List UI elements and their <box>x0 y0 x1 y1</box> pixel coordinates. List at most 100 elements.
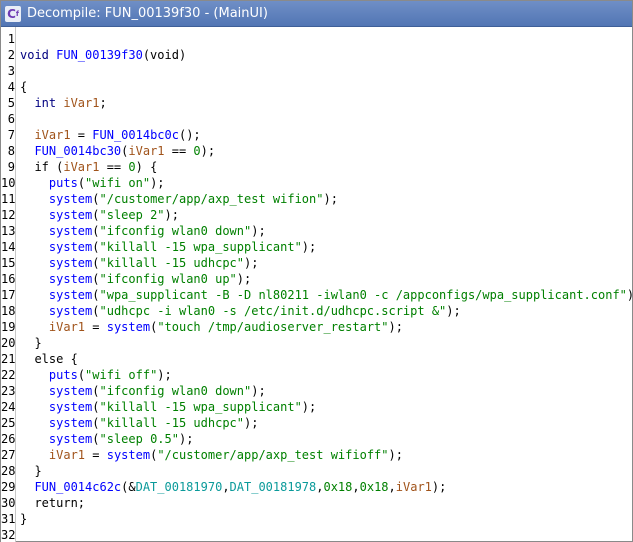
code-token[interactable]: system <box>49 384 92 398</box>
line-text[interactable]: system("/customer/app/axp_test wifion"); <box>15 191 338 207</box>
code-token[interactable]: iVar1 <box>63 96 99 110</box>
code-area[interactable]: 1 2 void FUN_00139f30(void) 3 4{5 int iVar1;… <box>1 31 632 542</box>
code-token: ); <box>251 224 266 238</box>
code-line[interactable]: 31} <box>1 511 632 527</box>
code-token[interactable]: system <box>49 240 92 254</box>
code-token[interactable]: iVar1 <box>34 128 70 142</box>
code-token[interactable]: FUN_0014c62c <box>34 480 121 494</box>
code-token[interactable]: system <box>49 432 92 446</box>
code-line[interactable]: 29 FUN_0014c62c(&DAT_00181970,DAT_001819… <box>1 479 632 495</box>
code-line[interactable]: 22 puts("wifi off"); <box>1 367 632 383</box>
line-text[interactable] <box>15 63 20 79</box>
line-text[interactable]: if (iVar1 == 0) { <box>15 159 157 175</box>
decompiler-code-view[interactable]: 1 2 void FUN_00139f30(void) 3 4{5 int iVar1;… <box>1 27 632 542</box>
code-line[interactable]: 15 system("killall -15 udhcpc"); <box>1 255 632 271</box>
line-text[interactable]: system("ifconfig wlan0 up"); <box>15 271 251 287</box>
code-line[interactable]: 26 system("sleep 0.5"); <box>1 431 632 447</box>
code-line[interactable]: 7 iVar1 = FUN_0014bc0c(); <box>1 127 632 143</box>
line-text[interactable]: system("sleep 0.5"); <box>15 431 194 447</box>
code-token[interactable]: DAT_00181978 <box>230 480 317 494</box>
code-token[interactable]: system <box>49 400 92 414</box>
code-line[interactable]: 20 } <box>1 335 632 351</box>
code-token[interactable]: system <box>49 192 92 206</box>
code-token: return; <box>20 496 86 510</box>
code-line[interactable]: 6 <box>1 111 632 127</box>
code-token[interactable]: system <box>49 272 92 286</box>
code-token[interactable]: system <box>107 448 150 462</box>
code-line[interactable]: 32 <box>1 527 632 542</box>
code-line[interactable]: 13 system("ifconfig wlan0 down"); <box>1 223 632 239</box>
code-token[interactable]: system <box>49 224 92 238</box>
code-token[interactable]: FUN_00139f30 <box>56 48 143 62</box>
code-token[interactable]: iVar1 <box>128 144 164 158</box>
code-token[interactable]: system <box>49 208 92 222</box>
code-token[interactable]: puts <box>49 176 78 190</box>
line-text[interactable]: system("killall -15 wpa_supplicant"); <box>15 399 316 415</box>
code-line[interactable]: 1 <box>1 31 632 47</box>
code-line[interactable]: 5 int iVar1; <box>1 95 632 111</box>
line-text[interactable]: else { <box>15 351 77 367</box>
line-text[interactable]: FUN_0014bc30(iVar1 == 0); <box>15 143 215 159</box>
line-text[interactable]: system("udhcpc -i wlan0 -s /etc/init.d/u… <box>15 303 461 319</box>
code-line[interactable]: 21 else { <box>1 351 632 367</box>
code-line[interactable]: 30 return; <box>1 495 632 511</box>
line-text[interactable]: system("ifconfig wlan0 down"); <box>15 383 266 399</box>
code-token[interactable]: system <box>107 320 150 334</box>
code-token: "wpa_supplicant -B -D nl80211 -iwlan0 -c… <box>99 288 627 302</box>
code-line[interactable]: 27 iVar1 = system("/customer/app/axp_tes… <box>1 447 632 463</box>
code-token[interactable]: system <box>49 416 92 430</box>
line-text[interactable]: system("ifconfig wlan0 down"); <box>15 223 266 239</box>
line-text[interactable] <box>15 31 20 47</box>
line-text[interactable]: void FUN_00139f30(void) <box>15 47 186 63</box>
code-token[interactable]: iVar1 <box>396 480 432 494</box>
line-text[interactable]: puts("wifi off"); <box>15 367 172 383</box>
line-text[interactable]: iVar1 = system("touch /tmp/audioserver_r… <box>15 319 403 335</box>
code-token[interactable]: FUN_0014bc30 <box>34 144 121 158</box>
line-text[interactable] <box>15 111 20 127</box>
code-line[interactable]: 28 } <box>1 463 632 479</box>
code-line[interactable]: 23 system("ifconfig wlan0 down"); <box>1 383 632 399</box>
line-text[interactable]: { <box>15 79 27 95</box>
code-line[interactable]: 4{ <box>1 79 632 95</box>
code-line[interactable]: 2 void FUN_00139f30(void) <box>1 47 632 63</box>
line-text[interactable]: } <box>15 511 27 527</box>
code-token[interactable]: system <box>49 256 92 270</box>
code-line[interactable]: 14 system("killall -15 wpa_supplicant"); <box>1 239 632 255</box>
line-text[interactable]: iVar1 = system("/customer/app/axp_test w… <box>15 447 403 463</box>
line-text[interactable]: FUN_0014c62c(&DAT_00181970,DAT_00181978,… <box>15 479 446 495</box>
line-text[interactable]: system("killall -15 udhcpc"); <box>15 255 259 271</box>
code-line[interactable]: 9 if (iVar1 == 0) { <box>1 159 632 175</box>
title-bar[interactable]: Cf Decompile: FUN_00139f30 - (MainUI) <box>1 1 632 27</box>
code-line[interactable]: 19 iVar1 = system("touch /tmp/audioserve… <box>1 319 632 335</box>
line-text[interactable] <box>15 527 20 542</box>
code-line[interactable]: 17 system("wpa_supplicant -B -D nl80211 … <box>1 287 632 303</box>
line-text[interactable]: puts("wifi on"); <box>15 175 165 191</box>
code-line[interactable]: 3 <box>1 63 632 79</box>
line-text[interactable]: } <box>15 335 41 351</box>
code-token[interactable]: iVar1 <box>49 448 85 462</box>
line-text[interactable]: system("killall -15 udhcpc"); <box>15 415 259 431</box>
code-line[interactable]: 10 puts("wifi on"); <box>1 175 632 191</box>
line-text[interactable]: iVar1 = FUN_0014bc0c(); <box>15 127 200 143</box>
code-line[interactable]: 12 system("sleep 2"); <box>1 207 632 223</box>
line-text[interactable]: return; <box>15 495 85 511</box>
line-text[interactable]: system("wpa_supplicant -B -D nl80211 -iw… <box>15 287 632 303</box>
code-token[interactable]: system <box>49 288 92 302</box>
code-token[interactable]: puts <box>49 368 78 382</box>
code-token[interactable]: iVar1 <box>63 160 99 174</box>
line-text[interactable]: system("killall -15 wpa_supplicant"); <box>15 239 316 255</box>
code-token[interactable]: iVar1 <box>49 320 85 334</box>
code-token: ( <box>92 240 100 254</box>
code-line[interactable]: 8 FUN_0014bc30(iVar1 == 0); <box>1 143 632 159</box>
code-token[interactable]: system <box>49 304 92 318</box>
code-line[interactable]: 11 system("/customer/app/axp_test wifion… <box>1 191 632 207</box>
code-token[interactable]: DAT_00181970 <box>136 480 223 494</box>
code-line[interactable]: 25 system("killall -15 udhcpc"); <box>1 415 632 431</box>
code-line[interactable]: 16 system("ifconfig wlan0 up"); <box>1 271 632 287</box>
line-text[interactable]: int iVar1; <box>15 95 106 111</box>
code-line[interactable]: 24 system("killall -15 wpa_supplicant"); <box>1 399 632 415</box>
line-text[interactable]: } <box>15 463 41 479</box>
code-token[interactable]: FUN_0014bc0c <box>92 128 179 142</box>
code-line[interactable]: 18 system("udhcpc -i wlan0 -s /etc/init.… <box>1 303 632 319</box>
line-text[interactable]: system("sleep 2"); <box>15 207 179 223</box>
